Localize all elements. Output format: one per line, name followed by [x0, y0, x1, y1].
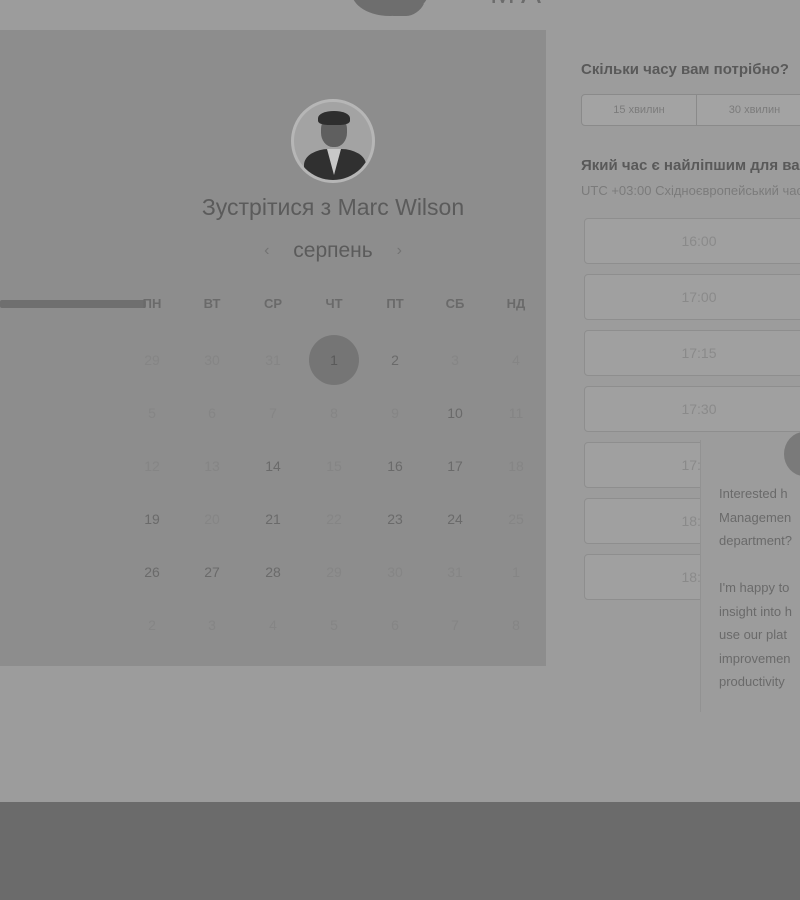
calendar-day: 2: [148, 617, 156, 633]
calendar-day[interactable]: 10: [425, 388, 485, 438]
calendar-day: 22: [326, 511, 342, 527]
calendar-day[interactable]: 23: [365, 494, 425, 544]
calendar-day: 25: [508, 511, 524, 527]
avatar: [291, 99, 375, 183]
month-label: серпень: [293, 239, 373, 263]
calendar-day: 29: [144, 352, 160, 368]
chat-line: department?: [719, 533, 792, 548]
calendar-day: 4: [269, 617, 277, 633]
calendar-day: 13: [204, 458, 220, 474]
calendar-day: 18: [508, 458, 524, 474]
calendar-day: 6: [208, 405, 216, 421]
calendar-day: 15: [326, 458, 342, 474]
weekday-label: СБ: [445, 296, 465, 311]
calendar-day: 8: [512, 617, 520, 633]
duration-selector: 15 хвилин 30 хвилин: [581, 94, 800, 126]
timezone-label[interactable]: UTC +03:00 Східноєвропейський час: [581, 183, 800, 198]
calendar-day: 9: [391, 405, 399, 421]
weekday-label: ЧТ: [325, 296, 343, 311]
chat-line: use our plat: [719, 627, 787, 642]
chat-line: Interested h: [719, 486, 788, 501]
calendar-day[interactable]: 24: [425, 494, 485, 544]
weekday-label: ПН: [142, 296, 162, 311]
time-slot-button[interactable]: 17:30: [584, 386, 800, 432]
calendar-day[interactable]: 19: [122, 494, 182, 544]
calendar-day: 12: [144, 458, 160, 474]
calendar-day[interactable]: 27: [182, 547, 242, 597]
logo-bubble-tail: [392, 4, 424, 16]
time-slot-button[interactable]: 16:00: [584, 218, 800, 264]
calendar-day: 31: [447, 564, 463, 580]
calendar-day: 5: [330, 617, 338, 633]
calendar-day[interactable]: 16: [365, 441, 425, 491]
duration-option-30[interactable]: 30 хвилин: [697, 95, 800, 125]
weekday-label: ВТ: [203, 296, 221, 311]
duration-question: Скільки часу вам потрібно?: [581, 61, 789, 78]
calendar-day[interactable]: 2: [365, 335, 425, 385]
calendar-day[interactable]: 14: [243, 441, 303, 491]
chevron-right-icon[interactable]: ›: [397, 242, 402, 260]
logo-wordmark: MA: [490, 0, 800, 9]
calendar-day: 30: [387, 564, 403, 580]
weekday-label: НД: [506, 296, 526, 311]
calendar-day: 11: [508, 405, 524, 421]
chat-line: productivity: [719, 674, 785, 689]
time-slot-button[interactable]: 17:15: [584, 330, 800, 376]
calendar-day: 5: [148, 405, 156, 421]
chat-line: insight into h: [719, 603, 792, 619]
chat-line: I'm happy to: [719, 580, 790, 595]
calendar-day: 7: [451, 617, 459, 633]
calendar-day: 31: [265, 352, 281, 368]
calendar-day[interactable]: 21: [243, 494, 303, 544]
calendar-day: 6: [391, 617, 399, 633]
calendar-day: 3: [451, 352, 459, 368]
calendar-day: 29: [326, 564, 342, 580]
calendar-day: 30: [204, 352, 220, 368]
weekday-label: ПТ: [386, 296, 404, 311]
weekday-header: ПН ВТ СР ЧТ ПТ СБ НД: [122, 296, 546, 316]
chevron-left-icon[interactable]: ‹: [264, 242, 269, 260]
calendar-day: 1: [512, 564, 520, 580]
calendar-grid: 29 30 31 1 2 3 4 5 6 7 8 9 10 11 12 13 1…: [122, 335, 546, 655]
time-question: Який час є найліпшим для вас?: [581, 157, 800, 174]
chat-line: Managemen: [719, 509, 792, 525]
chat-paragraph-gap: [719, 553, 800, 577]
chat-line: improvemen: [719, 650, 791, 666]
calendar-day[interactable]: 17: [425, 441, 485, 491]
calendar-day[interactable]: 26: [122, 547, 182, 597]
calendar-panel: Зустрітися з Marc Wilson ‹ серпень › ПН …: [0, 30, 546, 666]
calendar-day: 4: [512, 352, 520, 368]
duration-option-15[interactable]: 15 хвилин: [582, 95, 697, 125]
calendar-day: 20: [204, 511, 220, 527]
calendar-day: 7: [269, 405, 277, 421]
site-header: MA: [0, 0, 800, 30]
chat-message: Interested h Managemen department? I'm h…: [719, 482, 800, 694]
time-slot-button[interactable]: 17:00: [584, 274, 800, 320]
calendar-day: 8: [330, 405, 338, 421]
avatar-hair: [318, 111, 350, 125]
page-backdrop: MA Зустрітися з Marc Wilson ‹ серпень › …: [0, 0, 800, 802]
calendar-day: 3: [208, 617, 216, 633]
calendar-day-selected[interactable]: 1: [304, 335, 364, 385]
calendar-day[interactable]: 28: [243, 547, 303, 597]
weekday-label: СР: [263, 296, 283, 311]
